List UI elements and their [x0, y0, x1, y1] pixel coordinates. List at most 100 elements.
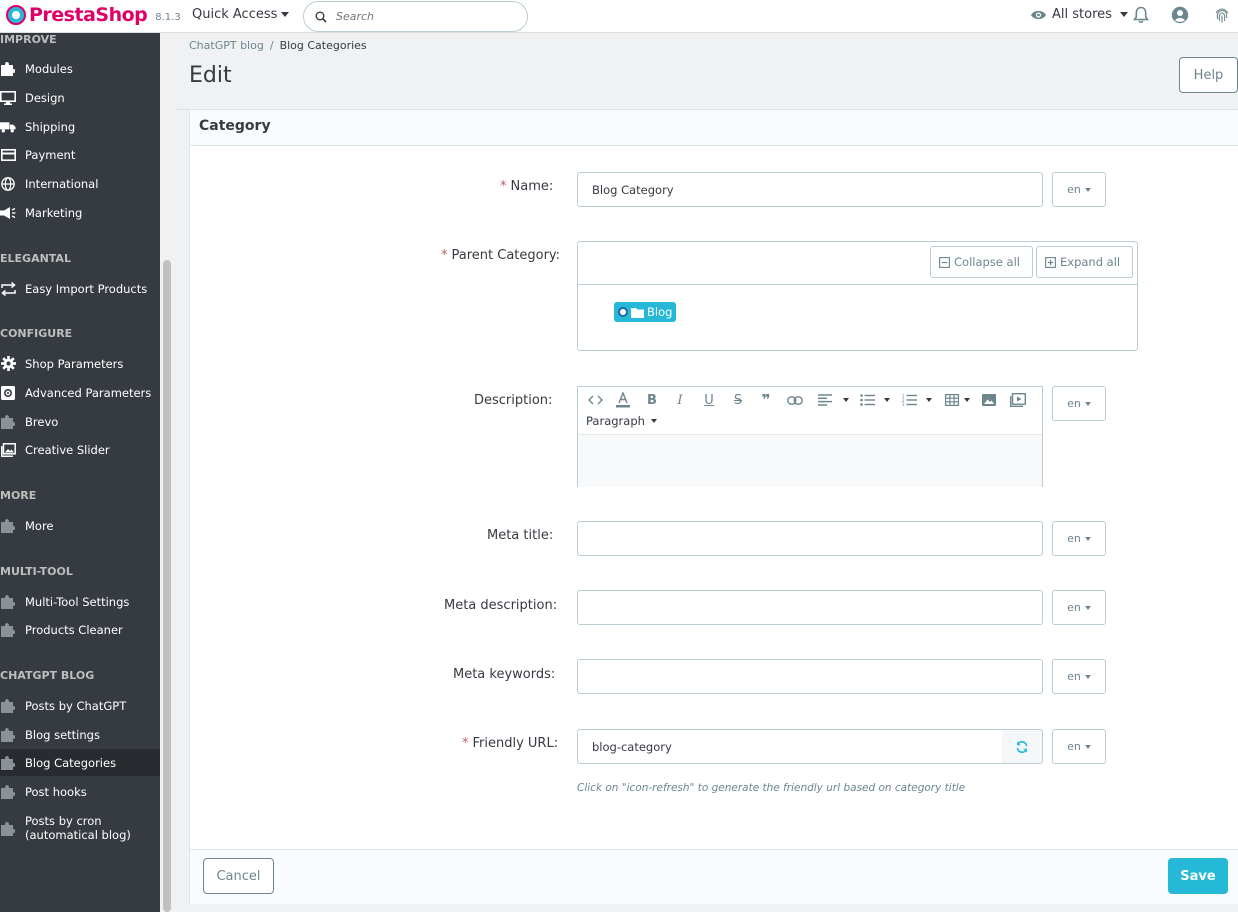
- sidebar-item-multi-tool-settings[interactable]: Multi-Tool Settings: [0, 588, 160, 615]
- sidebar-item-label: Posts by ChatGPT: [25, 698, 127, 713]
- sidebar-item-blog-categories[interactable]: Blog Categories: [0, 749, 160, 776]
- save-button[interactable]: Save: [1168, 858, 1228, 894]
- sidebar-item-posts-by-chatgpt[interactable]: Posts by ChatGPT: [0, 692, 160, 719]
- sidebar-item-label: Products Cleaner: [25, 622, 123, 637]
- meta-title-input[interactable]: [577, 521, 1043, 556]
- name-input[interactable]: Blog Category: [577, 172, 1043, 207]
- description-language-dropdown[interactable]: en: [1052, 386, 1106, 421]
- sidebar-item-design[interactable]: Design: [0, 84, 160, 111]
- sidebar-item-label: Easy Import Products: [25, 281, 148, 296]
- table-icon[interactable]: [942, 391, 962, 409]
- meta-title-label: Meta title:: [487, 528, 554, 543]
- meta-keywords-input[interactable]: [577, 659, 1043, 694]
- media-icon[interactable]: [1008, 391, 1028, 409]
- meta-description-input[interactable]: [577, 590, 1043, 625]
- sidebar-item-label: More: [25, 518, 54, 533]
- paragraph-format-dropdown[interactable]: Paragraph: [586, 414, 657, 428]
- cancel-button[interactable]: Cancel: [203, 858, 274, 894]
- sidebar-item-international[interactable]: International: [0, 170, 160, 197]
- sidebar-item-label: Creative Slider: [25, 442, 110, 457]
- parent-category-label: * Parent Category:: [441, 248, 560, 263]
- search-icon: [315, 11, 327, 23]
- sidebar-item-easy-import-products[interactable]: Easy Import Products: [0, 275, 160, 302]
- link-icon[interactable]: [785, 391, 805, 409]
- sidebar-item-modules[interactable]: Modules: [0, 55, 160, 82]
- text-color-icon[interactable]: [613, 391, 633, 409]
- collapse-icon: [939, 256, 950, 268]
- meta-title-language-dropdown[interactable]: en: [1052, 521, 1106, 556]
- caret-down-icon: [1119, 12, 1128, 17]
- image-icon[interactable]: [979, 391, 999, 409]
- meta-description-language-dropdown[interactable]: en: [1052, 590, 1106, 625]
- version-label: 8.1.3: [155, 11, 181, 23]
- prestashop-logo[interactable]: PrestaShop 8.1.3: [6, 4, 181, 26]
- caret-down-icon[interactable]: [926, 398, 932, 402]
- fingerprint-icon[interactable]: [1213, 6, 1231, 24]
- caret-down-icon[interactable]: [884, 398, 890, 402]
- caret-down-icon: [1084, 401, 1091, 406]
- eye-icon: [1031, 10, 1046, 19]
- image-gallery-icon: [0, 442, 16, 458]
- friendly-url-input[interactable]: blog-category: [577, 729, 1003, 764]
- italic-icon[interactable]: I: [670, 391, 690, 409]
- sidebar-item-advanced-parameters[interactable]: Advanced Parameters: [0, 379, 160, 406]
- search-input[interactable]: [336, 10, 506, 23]
- sidebar-item-brevo[interactable]: Brevo: [0, 408, 160, 435]
- sidebar-scroll-thumb[interactable]: [163, 260, 171, 912]
- tree-node-blog[interactable]: Blog: [614, 302, 677, 322]
- meta-keywords-language-dropdown[interactable]: en: [1052, 659, 1106, 694]
- panel-title: Category: [199, 118, 271, 134]
- sidebar-item-products-cleaner[interactable]: Products Cleaner: [0, 616, 160, 643]
- category-tree: Collapse all Expand all Blog: [577, 241, 1138, 351]
- description-editor-body[interactable]: [578, 435, 1042, 487]
- name-language-dropdown[interactable]: en: [1052, 172, 1106, 207]
- expand-all-label: Expand all: [1060, 255, 1121, 269]
- svg-text:3: 3: [902, 402, 905, 406]
- posts-by-cron-line2: (automatical blog): [25, 828, 131, 842]
- bold-icon[interactable]: B: [642, 391, 662, 409]
- category-radio[interactable]: [618, 307, 628, 317]
- all-stores-dropdown[interactable]: All stores: [1030, 7, 1128, 22]
- search-box[interactable]: [303, 1, 528, 32]
- sidebar-item-post-hooks[interactable]: Post hooks: [0, 778, 160, 805]
- sidebar-item-posts-by-cron[interactable]: Posts by cron (automatical blog): [0, 814, 160, 850]
- sidebar-item-more[interactable]: More: [0, 512, 160, 539]
- sidebar-item-blog-settings[interactable]: Blog settings: [0, 721, 160, 748]
- sidebar-section-multi-tool: MULTI-TOOL: [0, 565, 73, 578]
- sidebar-item-label: Advanced Parameters: [25, 385, 152, 400]
- caret-down-icon[interactable]: [843, 398, 849, 402]
- strikethrough-icon[interactable]: S: [728, 391, 748, 409]
- sidebar-item-payment[interactable]: Payment: [0, 141, 160, 168]
- language-code: en: [1067, 670, 1081, 683]
- align-left-icon[interactable]: [815, 391, 835, 409]
- blockquote-icon[interactable]: ❞: [756, 391, 776, 409]
- bell-icon[interactable]: [1133, 6, 1149, 24]
- underline-icon[interactable]: U: [699, 391, 719, 409]
- numbered-list-icon[interactable]: 123: [899, 391, 919, 409]
- user-account-icon[interactable]: [1171, 6, 1189, 24]
- sidebar-item-label: Blog Categories: [25, 755, 117, 770]
- panel-footer: [190, 849, 1238, 904]
- puzzle-icon: [0, 414, 16, 430]
- caret-down-icon[interactable]: [964, 398, 970, 402]
- name-label-text: Name:: [510, 179, 554, 194]
- sidebar-item-label: Post hooks: [25, 784, 87, 799]
- truck-icon: [0, 119, 16, 135]
- expand-all-button[interactable]: Expand all: [1036, 246, 1133, 278]
- sidebar-item-shop-parameters[interactable]: Shop Parameters: [0, 350, 160, 377]
- sidebar-item-creative-slider[interactable]: Creative Slider: [0, 436, 160, 463]
- quick-access-dropdown[interactable]: Quick Access: [192, 7, 290, 22]
- sidebar-item-marketing[interactable]: Marketing: [0, 199, 160, 226]
- collapse-all-button[interactable]: Collapse all: [930, 246, 1033, 278]
- bullet-list-icon[interactable]: [857, 391, 877, 409]
- sidebar-item-label: Posts by cron (automatical blog): [25, 814, 131, 842]
- posts-by-cron-line1: Posts by cron: [25, 814, 102, 828]
- breadcrumb-parent[interactable]: ChatGPT blog: [189, 39, 264, 52]
- parent-category-label-text: Parent Category:: [451, 248, 561, 263]
- friendly-url-language-dropdown[interactable]: en: [1052, 729, 1106, 764]
- friendly-url-value: blog-category: [592, 739, 672, 754]
- source-code-icon[interactable]: [585, 391, 605, 409]
- generate-url-button[interactable]: [1002, 729, 1043, 764]
- help-button[interactable]: Help: [1179, 57, 1238, 93]
- sidebar-item-shipping[interactable]: Shipping: [0, 113, 160, 140]
